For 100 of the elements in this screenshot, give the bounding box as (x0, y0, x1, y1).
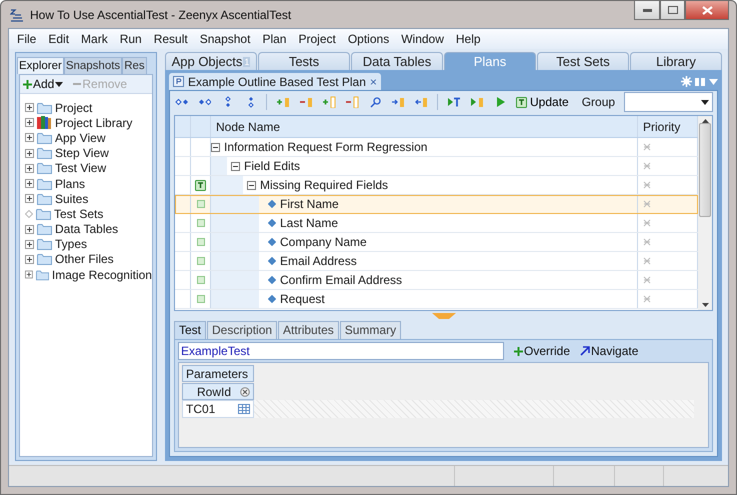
tree-item[interactable]: Test Sets (20, 206, 152, 222)
run-step-icon[interactable] (470, 96, 484, 108)
column-header[interactable]: Node Name (211, 120, 280, 134)
folder-icon (37, 162, 52, 174)
scroll-down-icon[interactable] (702, 303, 708, 307)
move-left-icon[interactable] (414, 96, 428, 108)
detail-tab[interactable]: Test (174, 321, 206, 339)
expand-icon[interactable] (25, 240, 34, 249)
move-right-icon[interactable] (391, 96, 405, 108)
column-header[interactable]: Priority (638, 120, 680, 134)
detail-tab[interactable]: Summary (340, 321, 402, 339)
explorer-tab[interactable]: Snapshots (64, 57, 122, 74)
menu-item[interactable]: Options (342, 32, 396, 46)
tree-item[interactable]: Project (20, 100, 152, 116)
tree-item[interactable]: Plans (20, 176, 152, 192)
grid-row[interactable]: Email Address (175, 252, 698, 271)
expand-icon[interactable] (25, 254, 34, 264)
grid-row[interactable]: Confirm Email Address (175, 271, 698, 290)
menu-item[interactable]: File (11, 32, 42, 46)
tree-item[interactable]: Image Recognition (20, 267, 152, 282)
splitter-handle-icon[interactable] (432, 313, 456, 319)
main-tab[interactable]: Library (630, 52, 722, 70)
tree-item[interactable]: Types (20, 236, 152, 252)
menu-item[interactable]: Window (395, 32, 450, 46)
expand-icon[interactable] (25, 224, 34, 234)
expand-icon[interactable] (25, 179, 34, 188)
column-header[interactable]: RowId (182, 383, 254, 400)
folder-icon (37, 253, 52, 266)
table-icon[interactable] (238, 404, 250, 414)
tree-item[interactable]: Test View (20, 160, 152, 176)
tree-item[interactable]: App View (20, 130, 152, 146)
run-test-icon[interactable] (447, 96, 461, 108)
expand-icon[interactable] (25, 164, 34, 173)
outdent-icon[interactable] (174, 96, 188, 108)
menu-item[interactable]: Result (148, 32, 194, 46)
override-button[interactable]: Override (514, 344, 570, 358)
expand-icon[interactable] (25, 148, 34, 158)
tree-item[interactable]: Step View (20, 146, 152, 161)
indent-icon[interactable] (197, 96, 211, 108)
expand-icon[interactable] (25, 133, 34, 142)
settings-icon[interactable] (681, 76, 692, 87)
collapse-icon[interactable] (247, 180, 256, 190)
indent-shading (211, 233, 259, 251)
menu-item[interactable]: Plan (256, 32, 292, 46)
update-button[interactable]: Update (516, 95, 569, 109)
maximize-button[interactable] (660, 1, 685, 20)
remove-row-icon[interactable] (299, 96, 313, 108)
indent-shading (211, 252, 259, 270)
grid-row[interactable]: Information Request Form Regression (175, 138, 698, 157)
document-tab[interactable]: Example Outline Based Test Plan × (169, 73, 381, 90)
minimize-button[interactable] (634, 1, 660, 20)
detail-tab[interactable]: Attributes (278, 321, 339, 339)
priority-icon (643, 162, 651, 170)
grid-row[interactable]: First Name (175, 195, 698, 214)
expand-icon[interactable] (25, 270, 33, 280)
vertical-scrollbar[interactable] (698, 116, 712, 310)
explorer-tab[interactable]: Explorer (17, 57, 64, 74)
columns-icon[interactable] (695, 77, 706, 86)
navigate-button[interactable]: Navigate (580, 344, 638, 358)
detail-tab[interactable]: Description (207, 321, 278, 339)
grid-row[interactable]: Field Edits (175, 157, 698, 176)
menu-item[interactable]: Project (292, 32, 342, 46)
expand-icon[interactable] (25, 103, 34, 112)
tree-item[interactable]: Other Files (20, 252, 152, 268)
remove-column-icon[interactable] (345, 96, 359, 108)
collapse-icon[interactable] (211, 142, 220, 152)
expand-icon[interactable] (25, 194, 34, 204)
document-title: Example Outline Based Test Plan (188, 74, 366, 88)
add-button[interactable]: Add (23, 77, 64, 91)
tree-item[interactable]: Data Tables (20, 222, 152, 237)
tree-item[interactable]: Suites (20, 191, 152, 206)
main-tab[interactable]: Tests (258, 52, 350, 70)
close-tab-button[interactable]: × (370, 74, 377, 88)
grid-row[interactable]: Last Name (175, 214, 698, 233)
group-dropdown[interactable] (624, 92, 713, 112)
grid-row[interactable]: Request (175, 290, 698, 309)
remove-icon[interactable] (240, 386, 250, 396)
explorer-tab[interactable]: Res (122, 57, 147, 74)
folder-icon (37, 178, 52, 190)
table-cell[interactable]: TC01 (182, 400, 254, 418)
menu-item[interactable]: Run (114, 32, 148, 46)
dropdown-icon[interactable] (709, 78, 718, 84)
collapse-icon[interactable] (231, 162, 240, 170)
menu-item[interactable]: Edit (42, 32, 76, 46)
main-tab[interactable]: App Objects 1 (165, 52, 257, 70)
tree-item[interactable]: Project Library (20, 115, 152, 130)
add-column-icon[interactable] (322, 96, 336, 108)
search-icon[interactable] (368, 96, 382, 108)
test-name-field[interactable]: ExampleTest (178, 342, 504, 360)
scroll-thumb[interactable] (699, 123, 711, 217)
expand-icon[interactable] (25, 118, 34, 128)
main-tab[interactable]: Data Tables (351, 52, 443, 70)
main-tab[interactable]: Test Sets (537, 52, 629, 70)
add-row-icon[interactable] (276, 96, 290, 108)
menu-item[interactable]: Help (450, 32, 487, 46)
grid-row[interactable]: Company Name (175, 233, 698, 252)
menu-item[interactable]: Snapshot (194, 32, 256, 46)
menu-item[interactable]: Mark (75, 32, 114, 46)
close-button[interactable] (685, 1, 729, 20)
diamond-icon (268, 200, 276, 208)
